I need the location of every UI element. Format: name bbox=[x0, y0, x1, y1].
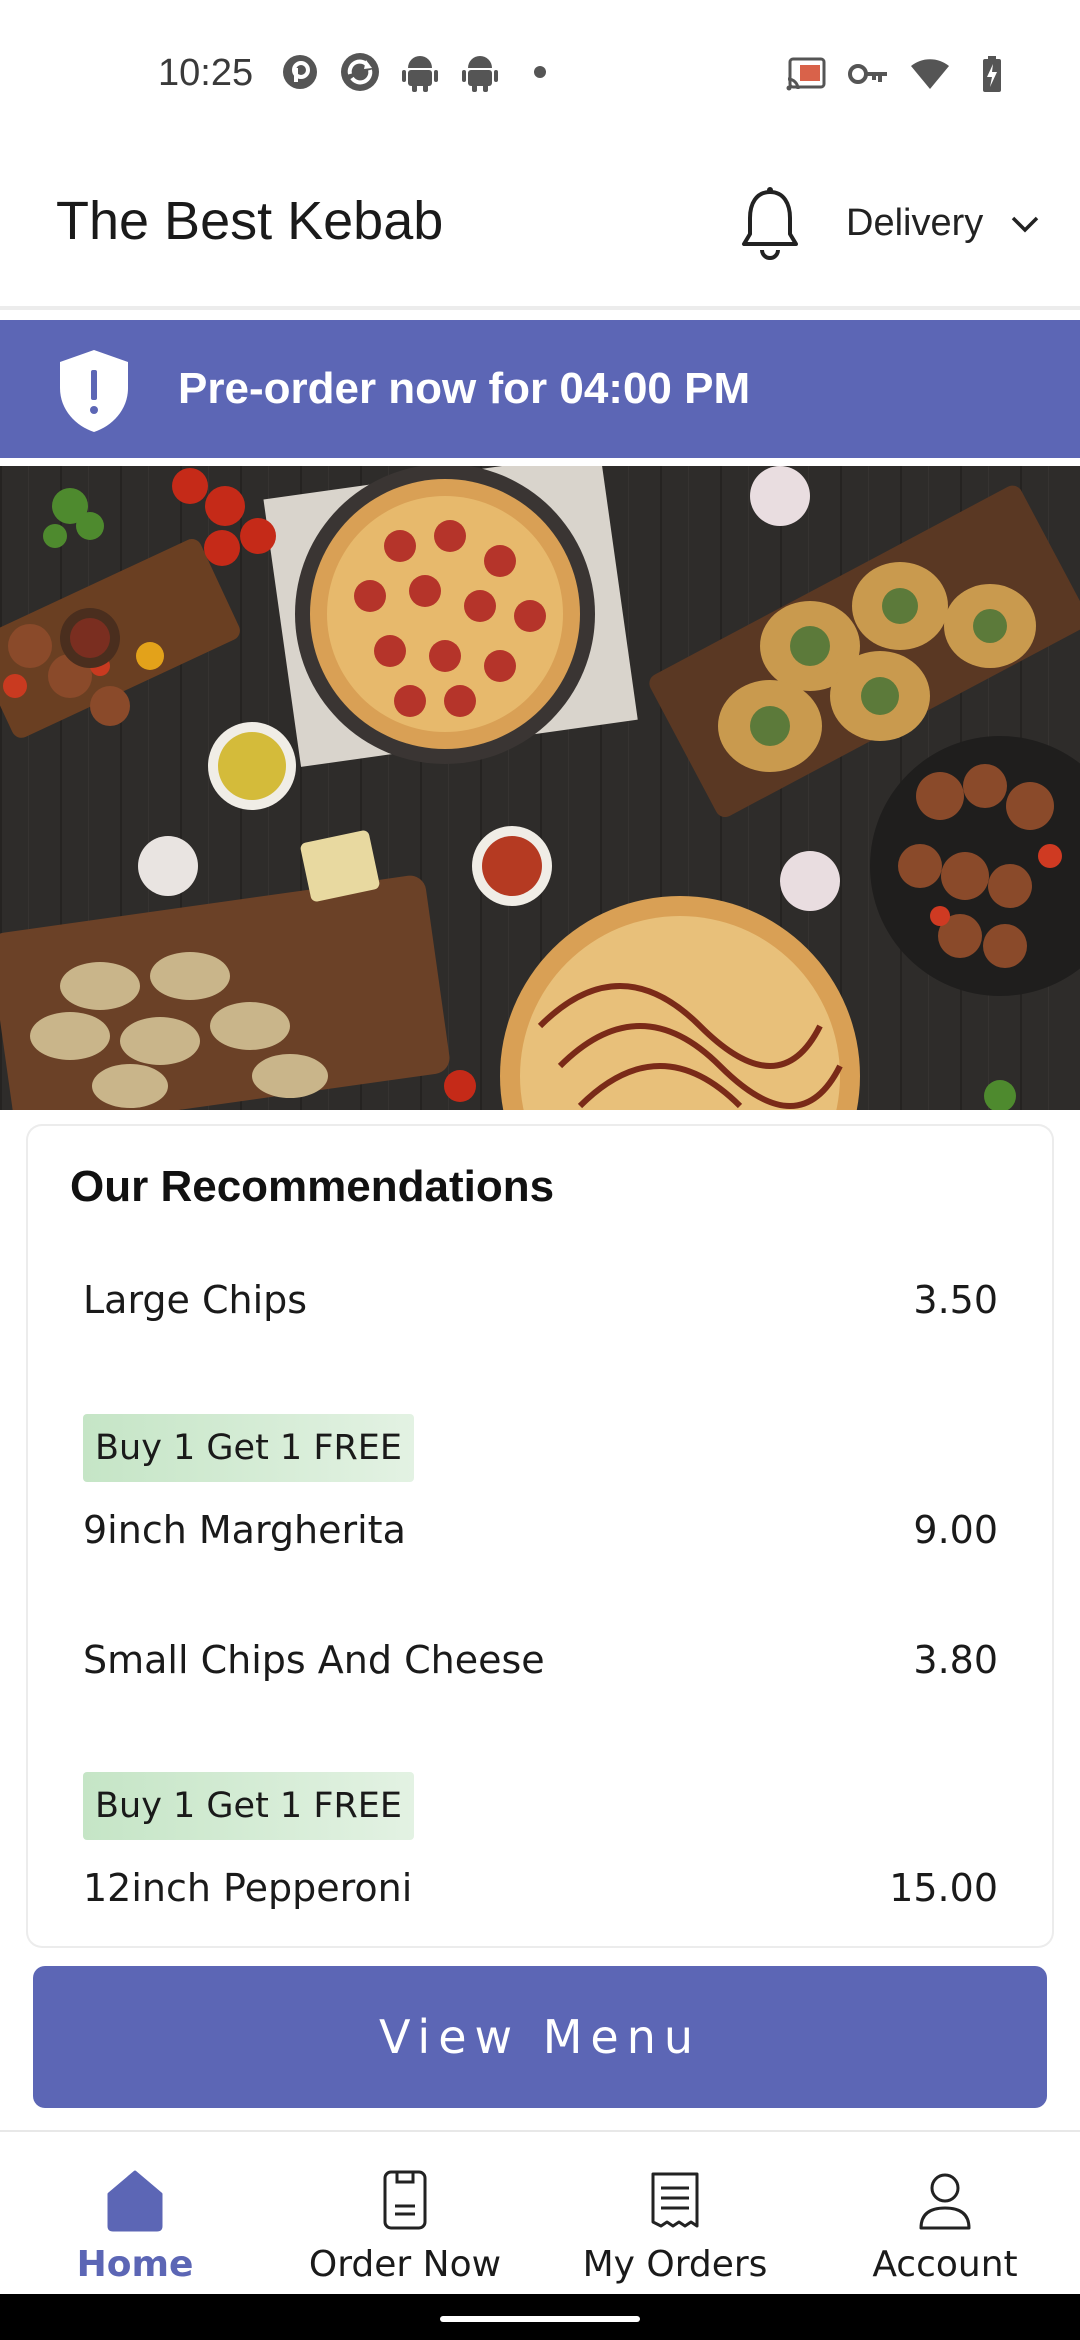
status-bar: 10:25 bbox=[0, 0, 1080, 150]
recommendations-title: Our Recommendations bbox=[70, 1162, 555, 1211]
promo-badge: Buy 1 Get 1 FREE bbox=[83, 1414, 415, 1482]
item-price: 9.00 bbox=[913, 1508, 998, 1552]
status-left-icons bbox=[280, 52, 560, 92]
dot-icon bbox=[520, 52, 560, 92]
item-name: 12inch Pepperoni bbox=[83, 1866, 413, 1910]
nav-order-now[interactable]: Order Now bbox=[270, 2132, 540, 2296]
nav-home-label: Home bbox=[76, 2244, 194, 2285]
nav-account[interactable]: Account bbox=[810, 2132, 1080, 2296]
restaurant-title: The Best Kebab bbox=[56, 191, 444, 251]
status-time: 10:25 bbox=[158, 52, 254, 94]
delivery-mode-label: Delivery bbox=[846, 202, 984, 244]
shield-alert-icon bbox=[58, 348, 130, 434]
preorder-banner[interactable]: Pre-order now for 04:00 PM bbox=[0, 320, 1080, 458]
recommendations-card: Our Recommendations Large Chips 3.50 Buy… bbox=[28, 1126, 1052, 1946]
delivery-mode-selector[interactable]: Delivery bbox=[846, 202, 1041, 245]
bell-icon[interactable] bbox=[740, 186, 800, 262]
item-name: Small Chips And Cheese bbox=[83, 1638, 545, 1682]
view-menu-button[interactable]: View Menu bbox=[33, 1966, 1047, 2108]
android-icon bbox=[400, 52, 440, 92]
app-header: The Best Kebab Delivery bbox=[0, 150, 1080, 310]
status-right-icons bbox=[786, 56, 1012, 92]
wifi-icon bbox=[910, 56, 950, 92]
home-gesture-handle[interactable] bbox=[440, 2316, 640, 2322]
item-name: 9inch Margherita bbox=[83, 1508, 406, 1552]
nav-home[interactable]: Home bbox=[0, 2132, 270, 2296]
sync-icon bbox=[340, 52, 380, 92]
cast-icon bbox=[786, 56, 826, 92]
bottom-navigation: Home Order Now My Orders Account bbox=[0, 2130, 1080, 2294]
item-price: 15.00 bbox=[889, 1866, 998, 1910]
nav-my-orders[interactable]: My Orders bbox=[540, 2132, 810, 2296]
promo-badge: Buy 1 Get 1 FREE bbox=[83, 1772, 415, 1840]
nav-order-now-label: Order Now bbox=[308, 2244, 502, 2285]
home-icon bbox=[105, 2168, 165, 2232]
chevron-down-icon bbox=[1009, 208, 1041, 240]
preorder-text: Pre-order now for 04:00 PM bbox=[178, 364, 751, 413]
recommendation-item[interactable]: Buy 1 Get 1 FREE 12inch Pepperoni 15.00 bbox=[83, 1772, 998, 1946]
battery-charging-icon bbox=[972, 56, 1012, 92]
system-gesture-bar bbox=[0, 2294, 1080, 2340]
hero-food-image bbox=[0, 466, 1080, 1110]
item-price: 3.80 bbox=[913, 1638, 998, 1682]
nav-account-label: Account bbox=[872, 2244, 1018, 2285]
android-icon bbox=[460, 52, 500, 92]
account-icon bbox=[915, 2168, 975, 2232]
receipt-icon bbox=[645, 2168, 705, 2232]
item-price: 3.50 bbox=[913, 1278, 998, 1322]
nav-my-orders-label: My Orders bbox=[582, 2244, 768, 2285]
order-now-icon bbox=[375, 2168, 435, 2232]
pocketcasts-icon bbox=[280, 52, 320, 92]
recommendation-item[interactable]: Buy 1 Get 1 FREE 9inch Margherita 9.00 bbox=[83, 1414, 998, 1594]
recommendation-item[interactable]: Large Chips 3.50 bbox=[83, 1272, 998, 1336]
recommendation-item[interactable]: Small Chips And Cheese 3.80 bbox=[83, 1632, 998, 1696]
vpn-key-icon bbox=[848, 56, 888, 92]
item-name: Large Chips bbox=[83, 1278, 308, 1322]
